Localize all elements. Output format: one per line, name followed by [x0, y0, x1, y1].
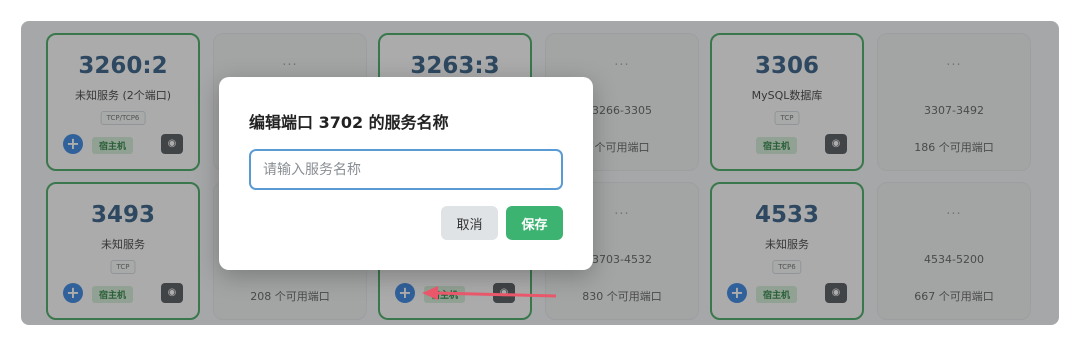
dialog-title: 编辑端口 3702 的服务名称 [249, 113, 449, 132]
service-name-input[interactable] [249, 149, 563, 190]
cancel-button[interactable]: 取消 [441, 206, 498, 240]
edit-service-name-dialog: 编辑端口 3702 的服务名称 取消 保存 [219, 77, 593, 270]
save-button[interactable]: 保存 [506, 206, 563, 240]
